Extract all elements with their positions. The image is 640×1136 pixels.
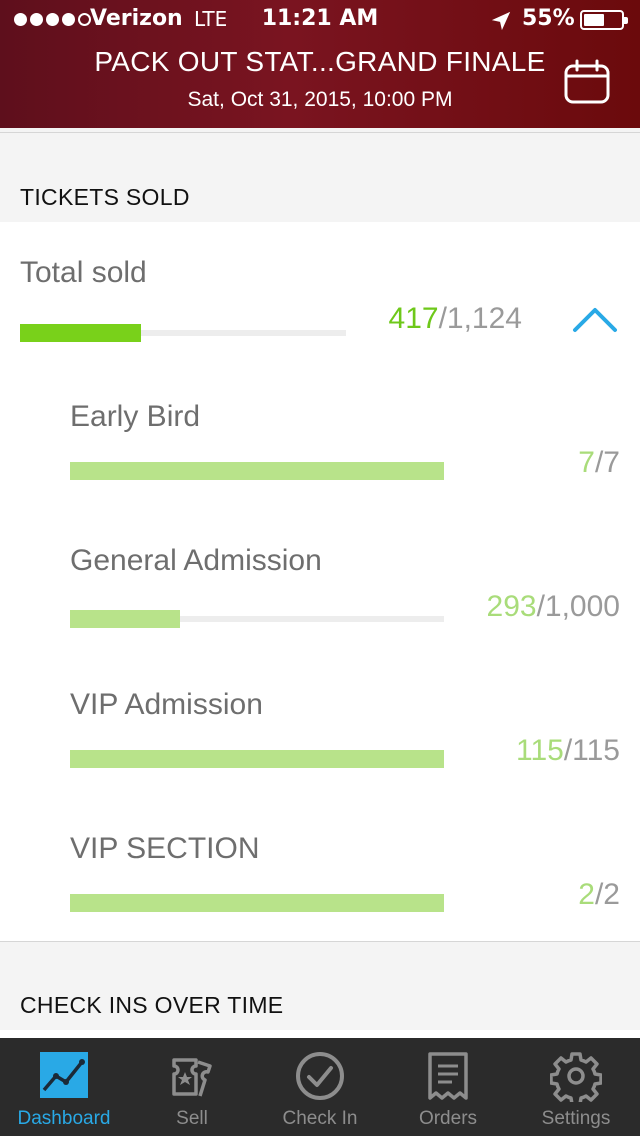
ticket-type-progress-fill — [70, 610, 180, 628]
tab-label: Settings — [541, 1108, 611, 1129]
ticket-type-capacity-value: /2 — [594, 878, 620, 911]
tab-label: Check In — [282, 1108, 358, 1129]
chevron-up-icon[interactable] — [570, 302, 620, 338]
gear-icon — [550, 1052, 602, 1102]
ticket-type-label: VIP Admission — [70, 688, 263, 721]
ticket-type-progress-fill — [70, 750, 444, 768]
dashboard-screen: Verizon LTE 11:21 AM 55% PACK OUT STAT..… — [0, 0, 640, 1136]
event-title: PACK OUT STAT...GRAND FINALE — [94, 46, 546, 77]
tab-label: Orders — [418, 1108, 478, 1129]
ticket-type-sold-value: 115 — [516, 734, 564, 767]
event-date: Sat, Oct 31, 2015, 10:00 PM — [187, 88, 453, 111]
ticket-type-label: VIP SECTION — [70, 832, 260, 865]
ticket-type-progress-fill — [70, 462, 444, 480]
ticket-type-progress-bar — [70, 462, 444, 480]
tab-label: Sell — [176, 1108, 208, 1129]
total-sold-label: Total sold — [20, 256, 147, 289]
app-header: Verizon LTE 11:21 AM 55% PACK OUT STAT..… — [0, 0, 640, 128]
tab-orders[interactable]: Orders — [384, 1038, 512, 1136]
tab-dashboard[interactable]: Dashboard — [0, 1038, 128, 1136]
status-bar: Verizon LTE 11:21 AM 55% — [0, 0, 640, 40]
tab-bar: Dashboard Sell Check In Orders Settings — [0, 1038, 640, 1136]
tickets-icon — [172, 1058, 212, 1097]
total-sold-count: 417/1,124 — [389, 302, 522, 336]
ticket-type-sold-value: 7 — [578, 446, 595, 479]
calendar-icon[interactable] — [562, 58, 612, 108]
header-divider — [0, 132, 640, 133]
ticket-type-progress-bar — [70, 750, 444, 768]
ticket-type-count: 293/1,000 — [487, 590, 620, 624]
ticket-type-count: 7/7 — [578, 446, 620, 480]
checkmark-circle-icon — [296, 1052, 344, 1100]
tickets-sold-section-title: TICKETS SOLD — [20, 184, 190, 210]
total-sold-progress-bar — [20, 324, 346, 342]
tab-settings[interactable]: Settings — [512, 1038, 640, 1136]
ticket-type-progress-fill — [70, 894, 444, 912]
location-arrow-icon — [491, 11, 511, 31]
ticket-type-capacity-value: /7 — [594, 446, 620, 479]
ticket-type-sold-value: 2 — [578, 878, 595, 911]
tab-label: Dashboard — [17, 1108, 111, 1129]
battery-percent: 55% — [522, 6, 575, 31]
tickets-sold-card: Total sold 417/1,124 Early Bird 7/7 Gene… — [0, 222, 640, 941]
total-sold-value: 417 — [388, 302, 439, 335]
card-divider — [0, 941, 640, 942]
receipt-icon — [428, 1052, 468, 1100]
total-capacity-value: /1,124 — [438, 302, 522, 335]
check-ins-card — [0, 1030, 640, 1038]
ticket-type-label: Early Bird — [70, 400, 201, 433]
ticket-type-count: 115/115 — [516, 734, 620, 768]
battery-icon — [580, 10, 628, 30]
tab-sell[interactable]: Sell — [128, 1038, 256, 1136]
ticket-type-capacity-value: /1,000 — [536, 590, 620, 623]
ticket-type-capacity-value: /115 — [563, 734, 620, 767]
ticket-type-count: 2/2 — [578, 878, 620, 912]
dashboard-chart-icon — [40, 1052, 88, 1098]
ticket-type-progress-bar — [70, 894, 444, 912]
total-sold-progress-fill — [20, 324, 141, 342]
ticket-type-progress-bar — [70, 610, 444, 628]
check-ins-section-title: CHECK INS OVER TIME — [20, 992, 284, 1018]
ticket-type-label: General Admission — [70, 544, 322, 577]
ticket-type-sold-value: 293 — [486, 590, 537, 623]
tab-check-in[interactable]: Check In — [256, 1038, 384, 1136]
